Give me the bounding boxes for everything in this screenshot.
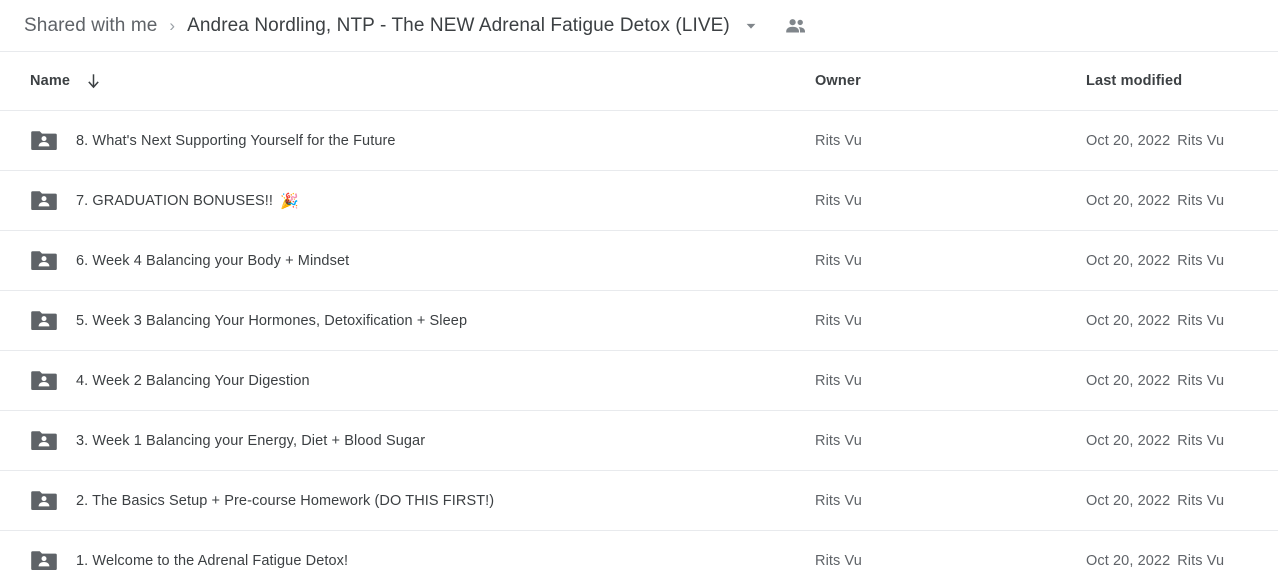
file-name-label: 3. Week 1 Balancing your Energy, Diet + … [76, 432, 426, 449]
column-header-last-modified[interactable]: Last modified [1086, 72, 1182, 90]
file-owner-label: Rits Vu [815, 132, 862, 149]
file-list: 8. What's Next Supporting Yourself for t… [0, 111, 1278, 587]
file-name-cell[interactable]: 4. Week 2 Balancing Your Digestion [30, 369, 310, 392]
file-last-modified-cell: Oct 20, 2022 Rits Vu [1086, 193, 1224, 209]
file-owner-label: Rits Vu [815, 192, 862, 209]
file-name-label: 1. Welcome to the Adrenal Fatigue Detox! [76, 552, 349, 569]
chevron-down-icon[interactable] [744, 19, 758, 33]
file-modified-by: Rits Vu [1177, 312, 1225, 329]
file-name-cell[interactable]: 6. Week 4 Balancing your Body + Mindset [30, 249, 349, 272]
file-name-cell[interactable]: 2. The Basics Setup + Pre-course Homewor… [30, 489, 494, 512]
column-header-owner[interactable]: Owner [815, 72, 861, 90]
file-modified-date: Oct 20, 2022 [1086, 312, 1171, 329]
file-modified-date: Oct 20, 2022 [1086, 132, 1171, 149]
file-name-label: 7. GRADUATION BONUSES!! 🎉 [76, 192, 299, 210]
file-name-cell[interactable]: 8. What's Next Supporting Yourself for t… [30, 129, 396, 152]
file-owner-label: Rits Vu [815, 312, 862, 329]
file-owner-label: Rits Vu [815, 252, 862, 269]
file-last-modified-cell: Oct 20, 2022 Rits Vu [1086, 313, 1224, 329]
file-owner-label: Rits Vu [815, 552, 862, 569]
breadcrumb-parent-shared-with-me[interactable]: Shared with me [24, 15, 157, 37]
table-row[interactable]: 2. The Basics Setup + Pre-course Homewor… [0, 471, 1278, 531]
table-row[interactable]: 7. GRADUATION BONUSES!! 🎉 Rits Vu Oct 20,… [0, 171, 1278, 231]
file-name-label: 2. The Basics Setup + Pre-course Homewor… [76, 492, 495, 509]
file-modified-date: Oct 20, 2022 [1086, 192, 1171, 209]
column-header-name-label: Name [30, 73, 71, 89]
file-modified-date: Oct 20, 2022 [1086, 372, 1171, 389]
table-row[interactable]: 8. What's Next Supporting Yourself for t… [0, 111, 1278, 171]
column-header-name[interactable]: Name [30, 73, 101, 90]
file-name-label: 8. What's Next Supporting Yourself for t… [76, 132, 396, 149]
file-owner-label: Rits Vu [815, 372, 862, 389]
table-row[interactable]: 1. Welcome to the Adrenal Fatigue Detox!… [0, 531, 1278, 587]
table-row[interactable]: 3. Week 1 Balancing your Energy, Diet + … [0, 411, 1278, 471]
file-modified-by: Rits Vu [1177, 192, 1225, 209]
breadcrumb-current-folder[interactable]: Andrea Nordling, NTP - The NEW Adrenal F… [187, 15, 730, 37]
party-popper-emoji: 🎉 [280, 192, 299, 210]
file-modified-by: Rits Vu [1177, 492, 1225, 509]
file-modified-by: Rits Vu [1177, 552, 1225, 569]
file-last-modified-cell: Oct 20, 2022 Rits Vu [1086, 133, 1224, 149]
file-modified-by: Rits Vu [1177, 432, 1225, 449]
table-column-header: Name Owner Last modified [0, 52, 1278, 111]
file-name-cell[interactable]: 7. GRADUATION BONUSES!! 🎉 [30, 189, 299, 212]
file-modified-by: Rits Vu [1177, 372, 1225, 389]
file-owner-label: Rits Vu [815, 492, 862, 509]
file-last-modified-cell: Oct 20, 2022 Rits Vu [1086, 553, 1224, 569]
table-row[interactable]: 5. Week 3 Balancing Your Hormones, Detox… [0, 291, 1278, 351]
file-last-modified-cell: Oct 20, 2022 Rits Vu [1086, 253, 1224, 269]
column-header-last-modified-label: Last modified [1086, 73, 1183, 89]
shared-folder-icon [30, 429, 58, 452]
shared-folder-icon [30, 309, 58, 332]
file-owner-label: Rits Vu [815, 432, 862, 449]
breadcrumb-separator-icon: › [169, 16, 176, 35]
file-modified-date: Oct 20, 2022 [1086, 432, 1171, 449]
file-name-label: 4. Week 2 Balancing Your Digestion [76, 372, 310, 389]
breadcrumb-bar: Shared with me › Andrea Nordling, NTP - … [0, 0, 1278, 52]
shared-folder-icon [30, 549, 58, 572]
shared-folder-icon [30, 249, 58, 272]
shared-folder-icon [30, 369, 58, 392]
file-name-cell[interactable]: 1. Welcome to the Adrenal Fatigue Detox! [30, 549, 348, 572]
file-name-label: 5. Week 3 Balancing Your Hormones, Detox… [76, 312, 468, 329]
arrow-down-icon[interactable] [86, 73, 101, 90]
file-last-modified-cell: Oct 20, 2022 Rits Vu [1086, 433, 1224, 449]
file-last-modified-cell: Oct 20, 2022 Rits Vu [1086, 373, 1224, 389]
file-last-modified-cell: Oct 20, 2022 Rits Vu [1086, 493, 1224, 509]
file-name-cell[interactable]: 3. Week 1 Balancing your Energy, Diet + … [30, 429, 425, 452]
people-shared-icon[interactable] [784, 17, 808, 35]
file-modified-date: Oct 20, 2022 [1086, 552, 1171, 569]
shared-folder-icon [30, 129, 58, 152]
file-name-label: 6. Week 4 Balancing your Body + Mindset [76, 252, 350, 269]
file-modified-by: Rits Vu [1177, 252, 1225, 269]
shared-folder-icon [30, 489, 58, 512]
table-row[interactable]: 6. Week 4 Balancing your Body + Mindset … [0, 231, 1278, 291]
shared-folder-icon [30, 189, 58, 212]
file-modified-date: Oct 20, 2022 [1086, 252, 1171, 269]
file-name-cell[interactable]: 5. Week 3 Balancing Your Hormones, Detox… [30, 309, 467, 332]
table-row[interactable]: 4. Week 2 Balancing Your Digestion Rits … [0, 351, 1278, 411]
file-modified-date: Oct 20, 2022 [1086, 492, 1171, 509]
file-modified-by: Rits Vu [1177, 132, 1225, 149]
column-header-owner-label: Owner [815, 73, 861, 89]
